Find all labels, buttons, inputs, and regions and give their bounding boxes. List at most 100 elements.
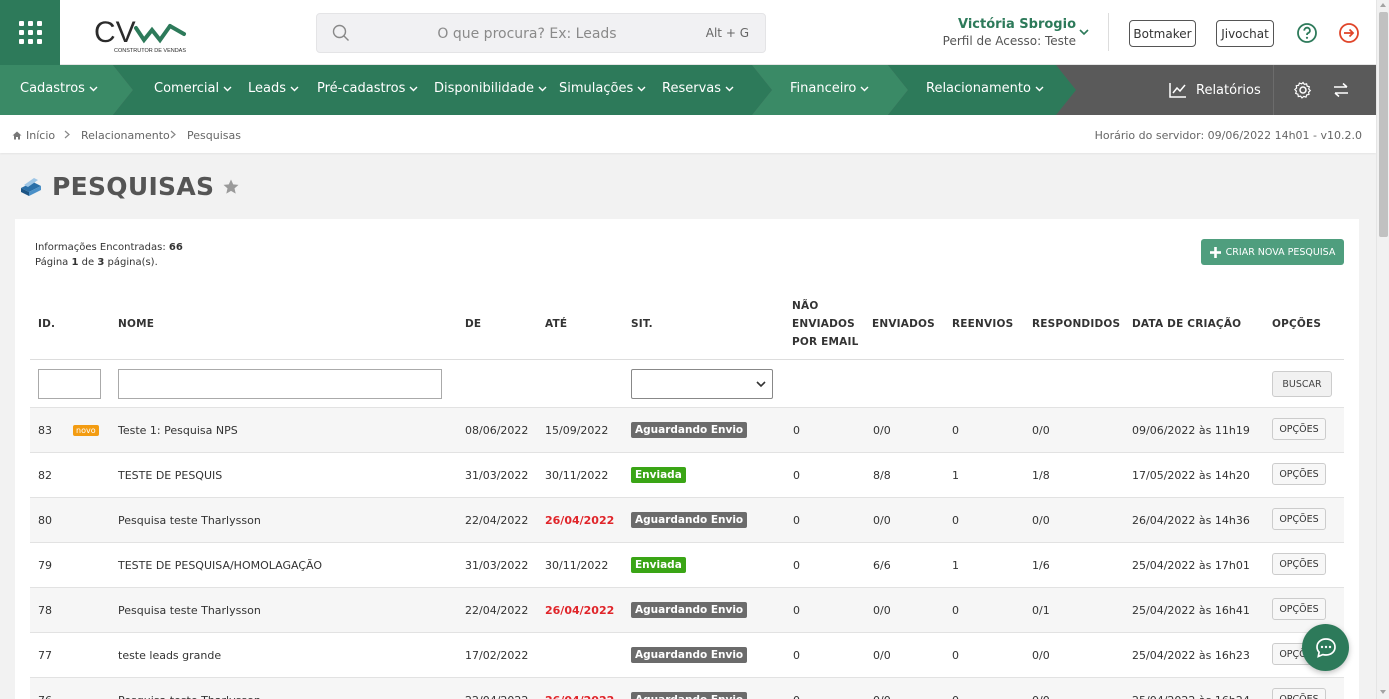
cell-id: 78 xyxy=(38,604,52,617)
nav-comercial[interactable]: Comercial xyxy=(154,81,232,96)
chevron-right-icon xyxy=(64,130,70,139)
filter-id-input[interactable] xyxy=(38,369,101,399)
page-scrollbar[interactable] xyxy=(1376,0,1389,699)
user-name: Victória Sbrogio xyxy=(957,17,1076,32)
cell-sent: 0/0 xyxy=(873,514,891,527)
cell-from: 22/04/2022 xyxy=(465,514,529,527)
table-row[interactable]: 83 Teste 1: Pesquisa NPS 08/06/2022 15/09/2… xyxy=(30,407,1344,452)
user-profile: Perfil de Acesso: Teste xyxy=(942,34,1076,48)
star-icon[interactable] xyxy=(222,178,240,196)
col-header-created[interactable]: DATA DE CRIAÇÃO xyxy=(1132,315,1241,333)
table-row[interactable]: 76 Pesquisa teste Tharlysson 22/04/2022 26/… xyxy=(30,677,1344,699)
scroll-up-arrow[interactable] xyxy=(1380,3,1386,7)
search-icon xyxy=(332,24,349,41)
nav-relatorios[interactable]: Relatórios xyxy=(1169,65,1261,115)
cell-from: 22/04/2022 xyxy=(465,604,529,617)
cell-created: 25/04/2022 às 16h41 xyxy=(1132,604,1250,617)
results-info: Informações Encontradas: 66 Página 1 de … xyxy=(35,242,183,268)
chevron-down-icon xyxy=(290,86,299,92)
col-header-answered[interactable]: RESPONDIDOS xyxy=(1032,315,1120,333)
chevron-down-icon xyxy=(538,86,547,92)
botmaker-button[interactable]: Botmaker xyxy=(1129,20,1196,47)
row-options-button[interactable]: OPÇÕES xyxy=(1272,418,1326,440)
status-badge: Aguardando Envio xyxy=(631,647,748,663)
search-button[interactable]: BUSCAR xyxy=(1272,371,1332,397)
nav-reservas[interactable]: Reservas xyxy=(662,81,734,96)
col-header-name[interactable]: NOME xyxy=(118,315,154,333)
nav-simulacoes[interactable]: Simulações xyxy=(559,81,646,96)
cell-not-sent: 0 xyxy=(793,649,800,662)
cell-created: 25/04/2022 às 16h24 xyxy=(1132,694,1250,699)
cell-sent: 0/0 xyxy=(873,649,891,662)
chat-bubble-icon xyxy=(1315,637,1336,658)
cell-name: Pesquisa teste Tharlysson xyxy=(118,514,261,527)
nav-leads[interactable]: Leads xyxy=(248,81,299,96)
breadcrumb-pesquisas: Pesquisas xyxy=(187,129,241,142)
status-badge: Aguardando Envio xyxy=(631,692,748,699)
cell-answered: 0/0 xyxy=(1032,649,1050,662)
nav-cadastros[interactable]: Cadastros xyxy=(20,81,98,96)
col-header-sent[interactable]: ENVIADOS xyxy=(872,315,935,333)
nav-pre-cadastros[interactable]: Pré-cadastros xyxy=(317,81,418,96)
row-options-button[interactable]: OPÇÕES xyxy=(1272,463,1326,485)
row-options-button[interactable]: OPÇÕES xyxy=(1272,508,1326,530)
nav-relacionamento[interactable]: Relacionamento xyxy=(926,81,1044,96)
filter-status-select[interactable] xyxy=(631,369,773,399)
table-row[interactable]: 77 teste leads grande 17/02/2022 0 0/0 0 0/0 25… xyxy=(30,632,1344,677)
user-info[interactable]: Victória Sbrogio Perfil de Acesso: Teste xyxy=(943,17,1076,48)
chat-button[interactable] xyxy=(1302,624,1349,671)
row-options-button[interactable]: OPÇÕES xyxy=(1272,553,1326,575)
cell-created: 09/06/2022 às 11h19 xyxy=(1132,424,1250,437)
col-header-id[interactable]: ID. xyxy=(38,315,55,333)
status-badge: Enviada xyxy=(631,557,686,573)
nav-disponibilidade[interactable]: Disponibilidade xyxy=(434,81,547,96)
cell-sent: 0/0 xyxy=(873,424,891,437)
breadcrumb-relacionamento[interactable]: Relacionamento xyxy=(81,129,170,142)
col-header-not-sent[interactable]: NÃO ENVIADOS POR EMAIL xyxy=(792,297,859,351)
page-title: PESQUISAS xyxy=(52,172,215,201)
cv-logo-icon: CV CONSTRUTOR DE VENDAS xyxy=(94,16,186,54)
nav-financeiro[interactable]: Financeiro xyxy=(790,81,869,96)
jivochat-button[interactable]: Jivochat xyxy=(1216,20,1274,47)
chevron-down-icon xyxy=(223,86,232,92)
logo[interactable]: CV CONSTRUTOR DE VENDAS xyxy=(92,12,192,54)
cell-answered: 0/1 xyxy=(1032,604,1050,617)
scroll-down-arrow[interactable] xyxy=(1380,690,1386,694)
table-row[interactable]: 79 TESTE DE PESQUISA/HOMOLAGAÇÃO 31/03/202… xyxy=(30,542,1344,587)
breadcrumb-home[interactable]: Início xyxy=(12,129,55,142)
gear-icon[interactable] xyxy=(1294,81,1312,99)
grid-icon xyxy=(18,21,42,44)
top-header: CV CONSTRUTOR DE VENDAS Alt + G Victória… xyxy=(0,0,1376,65)
swap-arrows-icon[interactable] xyxy=(1332,82,1350,98)
plus-icon xyxy=(1209,246,1221,258)
table-row[interactable]: 78 Pesquisa teste Tharlysson 22/04/2022 26/… xyxy=(30,587,1344,632)
cell-to: 26/04/2022 xyxy=(545,514,615,527)
search-shortcut: Alt + G xyxy=(705,26,749,40)
col-header-to[interactable]: ATÉ xyxy=(545,315,567,333)
logout-icon[interactable] xyxy=(1338,22,1360,44)
col-header-from[interactable]: DE xyxy=(465,315,481,333)
cell-answered: 0/0 xyxy=(1032,424,1050,437)
chevron-down-icon[interactable] xyxy=(1078,27,1090,37)
chevron-down-icon xyxy=(637,86,646,92)
help-icon[interactable] xyxy=(1296,22,1318,44)
breadcrumb: Início Relacionamento Pesquisas Horário … xyxy=(0,115,1376,153)
cell-sent: 6/6 xyxy=(873,559,891,572)
cell-id: 80 xyxy=(38,514,52,527)
server-time: Horário do servidor: 09/06/2022 14h01 - … xyxy=(1094,129,1362,142)
svg-text:CONSTRUTOR DE VENDAS: CONSTRUTOR DE VENDAS xyxy=(114,48,186,54)
search-input[interactable] xyxy=(377,22,677,46)
create-survey-button[interactable]: CRIAR NOVA PESQUISA xyxy=(1201,239,1344,265)
scroll-thumb[interactable] xyxy=(1379,12,1388,237)
global-search[interactable]: Alt + G xyxy=(316,13,766,53)
filter-name-input[interactable] xyxy=(118,369,442,399)
col-header-status[interactable]: SIT. xyxy=(631,315,653,333)
table-row[interactable]: 80 Pesquisa teste Tharlysson 22/04/2022 26/… xyxy=(30,497,1344,542)
col-header-resends[interactable]: REENVIOS xyxy=(952,315,1013,333)
cell-sent: 0/0 xyxy=(873,694,891,699)
row-options-button[interactable]: OPÇÕES xyxy=(1272,688,1326,699)
chevron-right-icon xyxy=(170,130,176,139)
row-options-button[interactable]: OPÇÕES xyxy=(1272,598,1326,620)
apps-menu-button[interactable] xyxy=(0,0,60,65)
table-row[interactable]: 82 TESTE DE PESQUIS 31/03/2022 30/11/2022 0 8… xyxy=(30,452,1344,497)
